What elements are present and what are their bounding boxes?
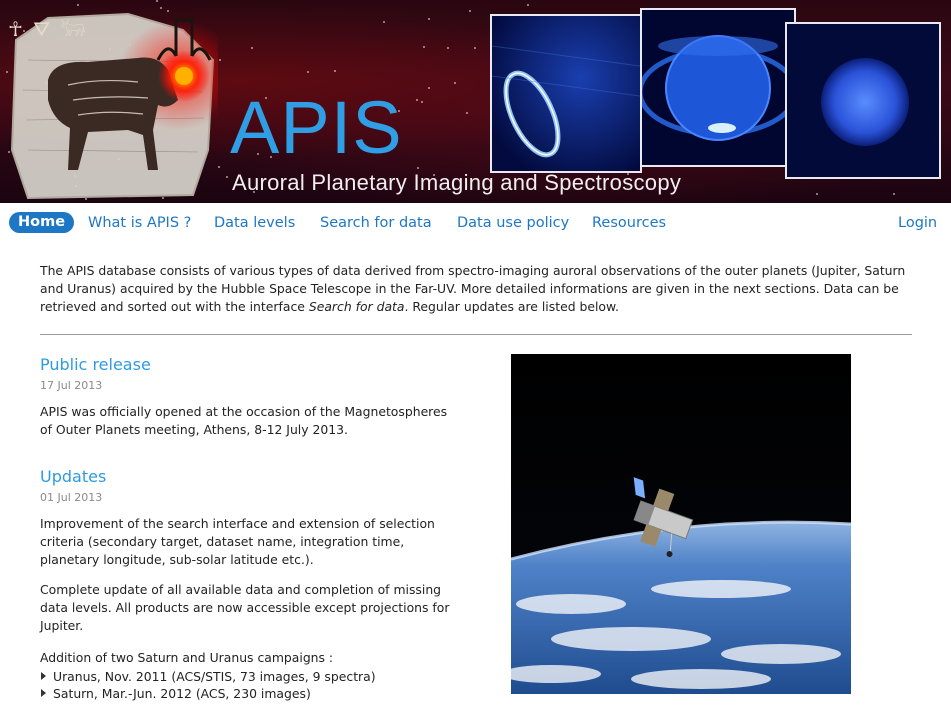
star: [334, 70, 336, 72]
star: [428, 18, 430, 20]
star: [466, 112, 468, 114]
hieroglyph-icons: ☥ ⛛ 𓃒: [8, 17, 88, 41]
star: [893, 193, 895, 195]
divider: [40, 334, 912, 335]
hubble-telescope-image: [511, 354, 851, 694]
star: [383, 21, 385, 23]
news-paragraph: Improvement of the search interface and …: [40, 516, 435, 567]
star: [423, 46, 425, 48]
nav-resources[interactable]: Resources: [592, 215, 666, 231]
nav-search-for-data[interactable]: Search for data: [320, 215, 432, 231]
nav-what-is-apis[interactable]: What is APIS ?: [88, 215, 191, 231]
site-subtitle: Auroral Planetary Imaging and Spectrosco…: [232, 170, 682, 195]
star: [416, 99, 418, 101]
star: [816, 193, 818, 195]
main-nav: Home What is APIS ? Data levels Search f…: [0, 203, 951, 247]
site-title: APIS: [230, 86, 403, 169]
list-item-text: Saturn, Mar.-Jun. 2012 (ACS, 230 images): [53, 686, 311, 701]
star: [454, 82, 456, 84]
star: [218, 166, 220, 168]
news-paragraph: APIS was officially opened at the occasi…: [40, 404, 448, 437]
star: [469, 10, 471, 12]
star: [428, 87, 430, 89]
uranus-aurora-image: [785, 22, 941, 179]
news-title-updates: Updates: [40, 467, 107, 486]
saturn-aurora-image: [640, 8, 796, 167]
header-banner: ☥ ⛛ 𓃒 APIS Auroral Planetary Imaging and…: [0, 0, 951, 203]
news-date: 17 Jul 2013: [40, 379, 103, 392]
star: [527, 4, 529, 6]
star: [421, 101, 423, 103]
intro-text-end: . Regular updates are listed below.: [404, 299, 619, 314]
triangle-bullet-icon: [41, 689, 46, 697]
news-title-public-release: Public release: [40, 355, 151, 374]
list-item: Saturn, Mar.-Jun. 2012 (ACS, 230 images): [40, 685, 376, 702]
list-item-text: Uranus, Nov. 2011 (ACS/STIS, 73 images, …: [53, 669, 376, 684]
star: [474, 47, 476, 49]
star: [307, 71, 309, 73]
star: [251, 47, 253, 49]
news-paragraph: Addition of two Saturn and Uranus campai…: [40, 650, 334, 665]
news-paragraph: Complete update of all available data an…: [40, 582, 450, 633]
star: [219, 59, 221, 61]
list-item: Uranus, Nov. 2011 (ACS/STIS, 73 images, …: [40, 668, 376, 685]
campaign-list: Uranus, Nov. 2011 (ACS/STIS, 73 images, …: [40, 668, 376, 702]
star: [417, 167, 419, 169]
nav-data-use-policy[interactable]: Data use policy: [457, 215, 569, 231]
star: [447, 47, 449, 49]
intro-emphasis: Search for data: [308, 299, 405, 314]
nav-home[interactable]: Home: [9, 212, 75, 233]
news-date: 01 Jul 2013: [40, 491, 103, 504]
nav-login[interactable]: Login: [898, 215, 937, 231]
star: [226, 176, 228, 178]
nav-data-levels[interactable]: Data levels: [214, 215, 295, 231]
intro-paragraph: The APIS database consists of various ty…: [40, 262, 912, 316]
jupiter-aurora-image: [490, 14, 642, 173]
triangle-bullet-icon: [41, 672, 46, 680]
